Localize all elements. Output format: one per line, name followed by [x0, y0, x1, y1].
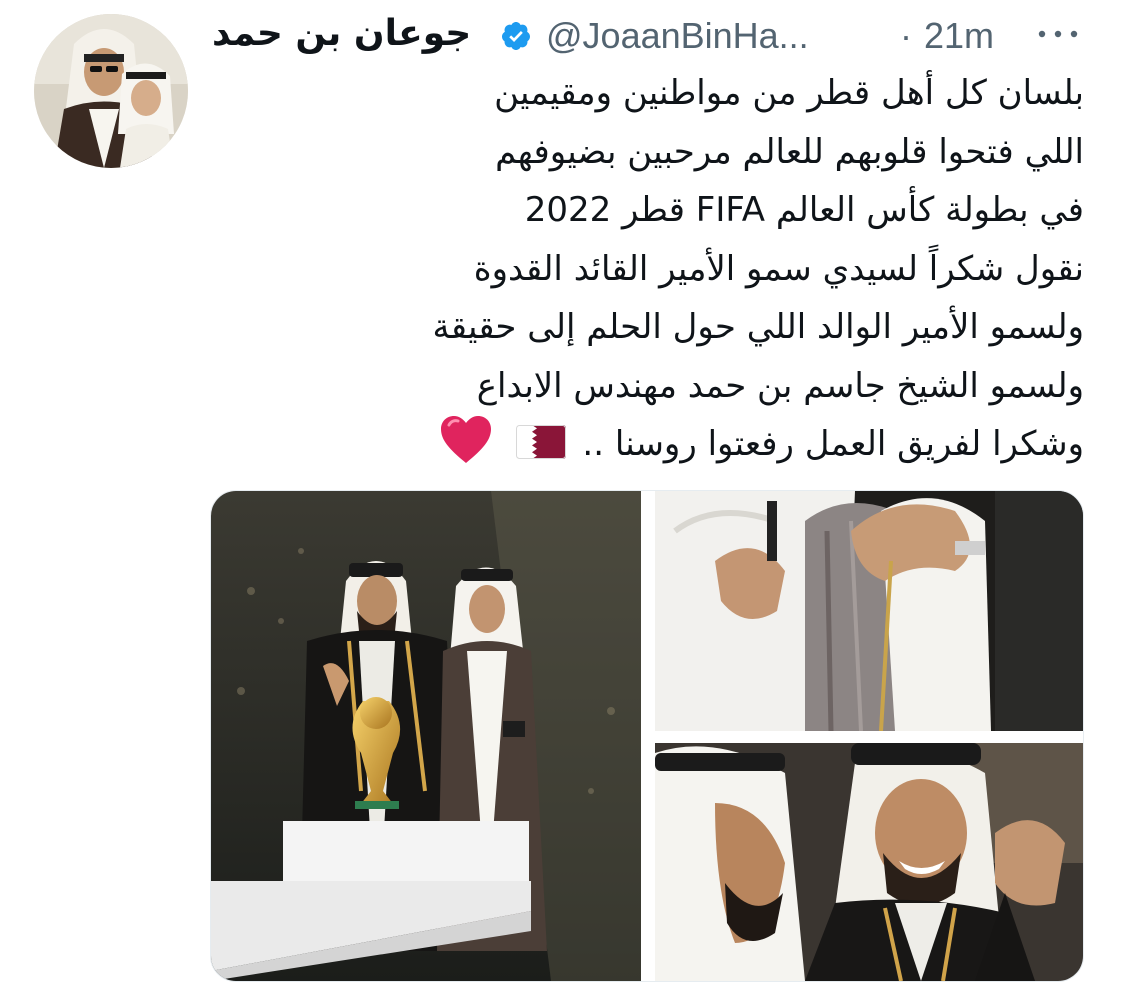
tweet-text-line: في بطولة كأس العالم FIFA قطر 2022 [524, 190, 1084, 230]
author-handle[interactable]: @JoaanBinHa... [546, 14, 809, 58]
tweet-text-line: نقول شكراً لسيدي سمو الأمير القائد القدو… [473, 248, 1084, 289]
tweet-text-line: ولسمو الأمير الوالد اللي حول الحلم إلى ح… [432, 307, 1084, 347]
red-heart-icon [440, 416, 491, 463]
tweet-text-line: ولسمو الشيخ جاسم بن حمد مهندس الابداع [476, 365, 1084, 406]
author-display-name[interactable]: جوعان بن حمد [212, 12, 471, 56]
tweet-header: جوعان بن حمد @JoaanBinHa... · 21m [210, 10, 1090, 60]
photo-embrace[interactable] [655, 491, 1083, 731]
avatar-photo [34, 14, 188, 168]
more-horizontal-icon[interactable] [1036, 24, 1080, 44]
tweet-text-line: وشكرا لفريق العمل رفعتوا روسنا .. [582, 424, 1084, 464]
tweet-timestamp[interactable]: 21m [924, 14, 994, 58]
qatar-flag-icon [515, 425, 566, 459]
tweet-text-line: بلسان كل أهل قطر من مواطنين ومقيمين [494, 73, 1084, 113]
separator-dot: · [900, 15, 912, 56]
tweet-media-grid [210, 490, 1084, 982]
verified-badge-icon [501, 22, 530, 50]
author-avatar[interactable] [34, 14, 188, 168]
photo-world-cup-trophy[interactable] [211, 491, 641, 981]
photo-celebration[interactable] [655, 743, 1083, 981]
tweet-text-line: اللي فتحوا قلوبهم للعالم مرحبين بضيوفهم [495, 131, 1084, 172]
tweet-text-last-line: وشكرا لفريق العمل رفعتوا روسنا .. [224, 415, 1084, 474]
tweet-text: بلسان كل أهل قطر من مواطنين ومقيمين اللي… [224, 64, 1084, 474]
